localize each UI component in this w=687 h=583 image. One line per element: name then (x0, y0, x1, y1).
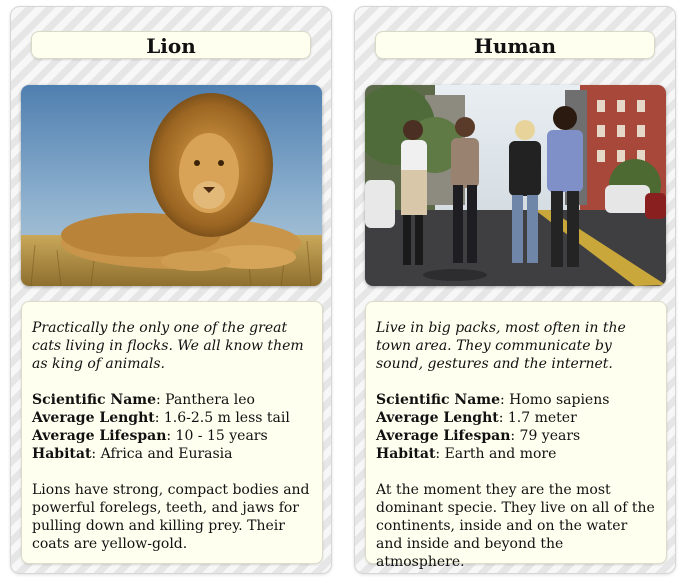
card-facts: Scientific Name: Homo sapiens Average Le… (376, 391, 656, 463)
fact-label: Average Lenght (376, 410, 499, 426)
fact-label: Habitat (376, 446, 436, 462)
human-photo (365, 85, 666, 286)
fact-value: : 1.6-2.5 m less tail (154, 410, 290, 426)
card-title: Lion (31, 31, 311, 59)
card-description: Lions have strong, compact bodies and po… (32, 482, 310, 552)
fact-average-length: Average Lenght: 1.6-2.5 m less tail (32, 409, 312, 427)
fact-label: Scientific Name (376, 392, 500, 408)
card-human: Human Live in big packs, most often in t… (354, 6, 676, 574)
fact-value: : 1.7 meter (498, 410, 577, 426)
fact-average-lifespan: Average Lifespan: 10 - 15 years (32, 427, 312, 445)
human-image (365, 85, 666, 286)
card-info: Live in big packs, most often in the tow… (365, 301, 667, 570)
card-intro: Live in big packs, most often in the tow… (376, 320, 626, 372)
card-title: Human (375, 31, 655, 59)
animal-cards-page: Lion Practically the only one of the gre… (0, 0, 687, 583)
lion-photo (21, 85, 322, 286)
fact-scientific-name: Scientific Name: Homo sapiens (376, 391, 656, 409)
fact-label: Habitat (32, 446, 92, 462)
fact-habitat: Habitat: Africa and Eurasia (32, 445, 312, 463)
card-description: At the moment they are the most dominant… (376, 482, 655, 570)
lion-image (21, 85, 322, 286)
card-facts: Scientific Name: Panthera leo Average Le… (32, 391, 312, 463)
fact-label: Average Lifespan (376, 428, 511, 444)
card-intro: Practically the only one of the great ca… (32, 320, 304, 372)
card-lion: Lion Practically the only one of the gre… (10, 6, 332, 574)
fact-average-length: Average Lenght: 1.7 meter (376, 409, 656, 427)
card-info: Practically the only one of the great ca… (21, 301, 323, 564)
fact-average-lifespan: Average Lifespan: 79 years (376, 427, 656, 445)
fact-label: Average Lifespan (32, 428, 167, 444)
fact-value: : Africa and Eurasia (91, 446, 233, 462)
fact-value: : 79 years (510, 428, 581, 444)
fact-label: Scientific Name (32, 392, 156, 408)
fact-value: : Panthera leo (156, 392, 255, 408)
fact-value: : Earth and more (435, 446, 557, 462)
fact-label: Average Lenght (32, 410, 155, 426)
fact-scientific-name: Scientific Name: Panthera leo (32, 391, 312, 409)
fact-habitat: Habitat: Earth and more (376, 445, 656, 463)
fact-value: : Homo sapiens (500, 392, 610, 408)
fact-value: : 10 - 15 years (166, 428, 268, 444)
